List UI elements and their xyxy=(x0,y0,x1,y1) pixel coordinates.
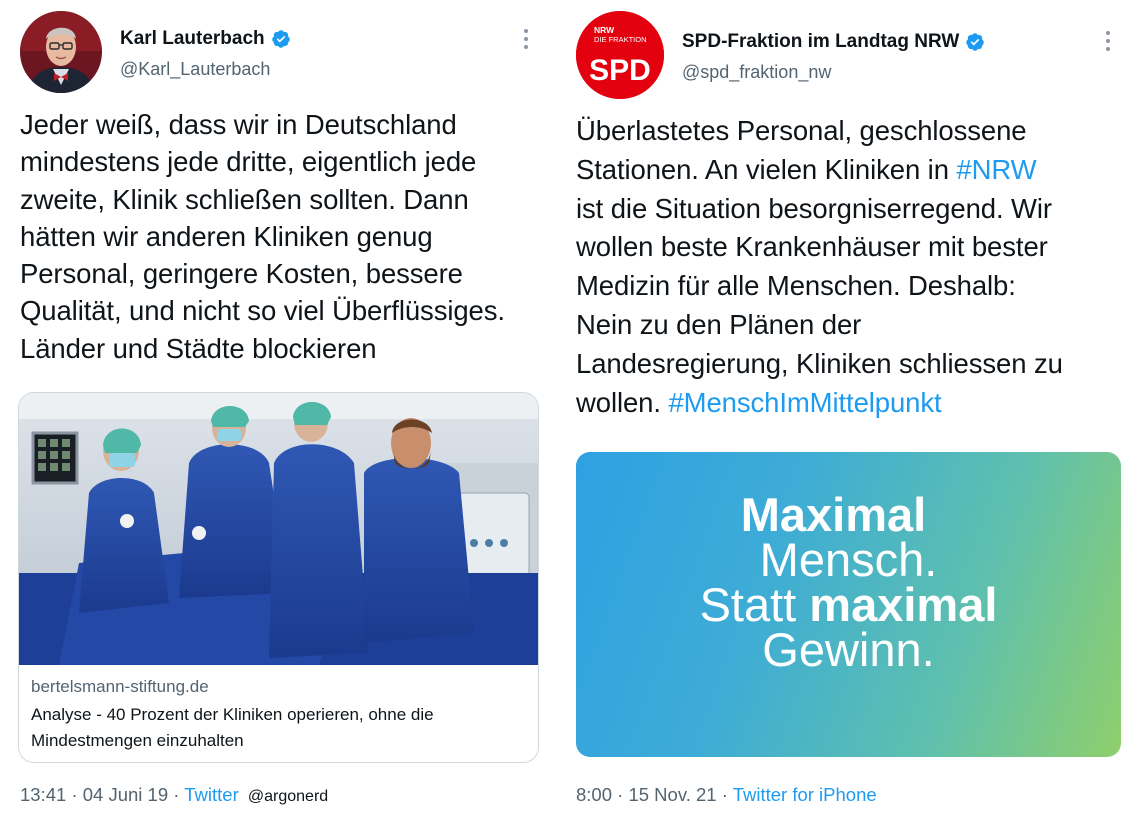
card-domain: bertelsmann-stiftung.de xyxy=(31,677,209,696)
hashtag-link[interactable]: #NRW xyxy=(956,154,1036,185)
footer-separator: · xyxy=(71,784,78,805)
link-card[interactable]: bertelsmann-stiftung.de Analyse - 40 Pro… xyxy=(18,392,539,763)
logo-spd-text: SPD xyxy=(589,54,651,87)
article-photo xyxy=(19,393,538,665)
footer-separator: · xyxy=(173,784,180,805)
tweet-source[interactable]: Twitter for iPhone xyxy=(733,784,877,805)
tweet-footer: 8:00 · 15 Nov. 21 · Twitter for iPhone xyxy=(576,784,877,806)
tweet-footer: 13:41 · 04 Juni 19 · Twitter @argonerd xyxy=(20,784,328,806)
tweet-text: Jeder weiß, dass wir in Deutschland mind… xyxy=(20,109,505,364)
author-name[interactable]: SPD-Fraktion im Landtag NRW xyxy=(682,31,985,53)
tweet-image[interactable]: Maximal Mensch. Statt maximal Gewinn. xyxy=(576,452,1121,757)
tweet-text: Überlastetes Personal, geschlossene Stat… xyxy=(576,115,1063,418)
author-handle[interactable]: @Karl_Lauterbach xyxy=(120,59,270,80)
more-options-icon[interactable] xyxy=(1098,28,1118,54)
tweet-source[interactable]: Twitter xyxy=(184,784,238,805)
tweet-time[interactable]: 8:00 xyxy=(576,784,612,805)
image-slogan: Maximal Mensch. Statt maximal Gewinn. xyxy=(699,488,998,676)
tweet-time[interactable]: 13:41 xyxy=(20,784,66,805)
watermark-credit: @argonerd xyxy=(247,788,329,805)
tweet-lauterbach: Karl Lauterbach @Karl_Lauterbach Jeder w… xyxy=(0,0,560,817)
author-handle[interactable]: @spd_fraktion_nw xyxy=(682,62,831,83)
tweet-date[interactable]: 15 Nov. 21 xyxy=(628,784,716,805)
footer-separator: · xyxy=(617,784,624,805)
hashtag-link[interactable]: #MenschImMittelpunkt xyxy=(668,387,941,418)
logo-small-text: NRW xyxy=(594,25,615,35)
card-title: Analyse - 40 Prozent der Kliniken operie… xyxy=(31,705,434,750)
avatar[interactable] xyxy=(20,11,102,93)
avatar[interactable]: NRW DIE FRAKTION SPD xyxy=(576,11,664,99)
tweet-date[interactable]: 04 Juni 19 xyxy=(83,784,168,805)
footer-separator: · xyxy=(721,784,728,805)
more-options-icon[interactable] xyxy=(516,26,536,52)
author-name[interactable]: Karl Lauterbach xyxy=(120,28,291,50)
tweet-spd-fraktion: NRW DIE FRAKTION SPD SPD-Fraktion im Lan… xyxy=(560,0,1140,817)
verified-badge-icon xyxy=(271,30,290,48)
logo-small-text: DIE FRAKTION xyxy=(594,35,647,44)
verified-badge-icon xyxy=(966,33,985,51)
